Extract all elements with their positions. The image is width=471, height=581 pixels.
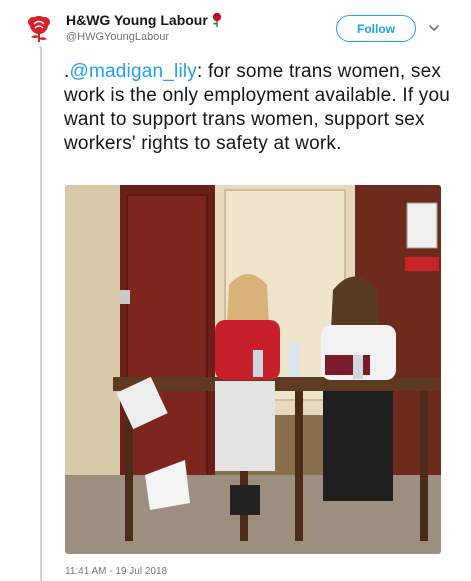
meeting-photo-image bbox=[65, 185, 441, 554]
name-row: H&WG Young Labour bbox=[66, 12, 223, 28]
follow-button[interactable]: Follow bbox=[336, 15, 416, 42]
mention-link[interactable]: @madigan_lily bbox=[69, 61, 197, 82]
attached-photo[interactable] bbox=[65, 185, 441, 554]
rose-icon bbox=[212, 12, 222, 27]
tweet-text: .@madigan_lily: for some trans women, se… bbox=[64, 60, 464, 156]
tweet-timestamp[interactable]: 11:41 AM - 19 Jul 2018 bbox=[65, 566, 167, 577]
account-handle[interactable]: @HWGYoungLabour bbox=[66, 31, 169, 43]
display-name[interactable]: H&WG Young Labour bbox=[66, 12, 208, 28]
account-avatar[interactable] bbox=[21, 10, 57, 46]
labour-rose-logo-icon bbox=[21, 10, 57, 46]
chevron-down-icon[interactable] bbox=[428, 22, 440, 34]
thread-line bbox=[40, 46, 42, 581]
